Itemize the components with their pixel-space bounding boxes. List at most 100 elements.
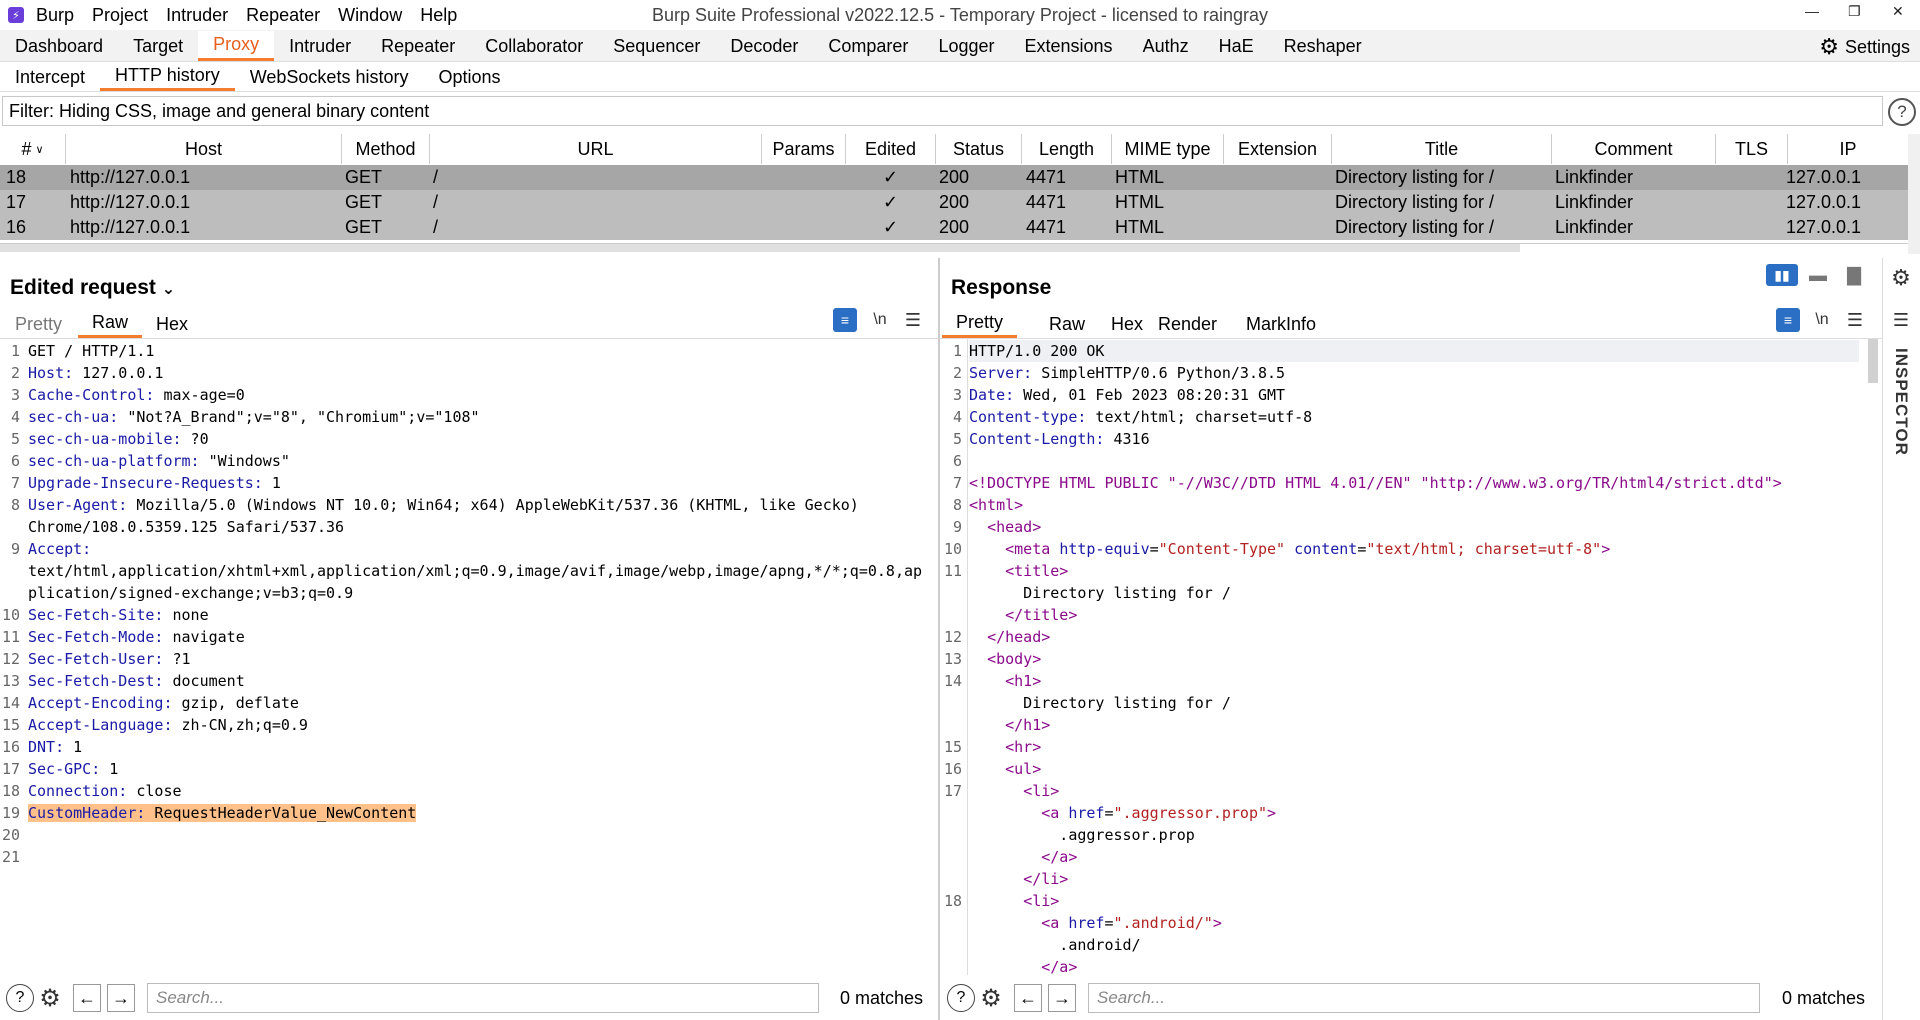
tab-proxy[interactable]: Proxy [198, 31, 275, 61]
layout-stacked-icon[interactable]: ▬ [1802, 264, 1834, 286]
menu-icon[interactable]: ☰ [1843, 308, 1867, 332]
request-tab-hex[interactable]: Hex [142, 310, 202, 338]
response-matches-count: 0 matches [1782, 988, 1866, 1008]
col-header-edited[interactable]: Edited [846, 134, 936, 164]
col-header-url[interactable]: URL [430, 134, 762, 164]
menu-window[interactable]: Window [338, 5, 402, 26]
newline-toggle-icon[interactable]: \n [1810, 308, 1834, 332]
tab-authz[interactable]: Authz [1128, 31, 1204, 61]
gear-icon[interactable]: ⚙ [1889, 265, 1913, 290]
help-icon[interactable]: ? [1888, 98, 1916, 126]
subtab-intercept[interactable]: Intercept [0, 63, 100, 91]
gear-icon[interactable]: ⚙ [979, 985, 1003, 1012]
http-history-table: # ∨ Host Method URL Params Edited Status … [0, 134, 1908, 244]
tab-dashboard[interactable]: Dashboard [0, 31, 118, 61]
col-header-extension[interactable]: Extension [1224, 134, 1332, 164]
inspector-label[interactable]: INSPECTOR [1891, 348, 1911, 456]
layout-single-icon[interactable]: ▇ [1838, 264, 1870, 286]
table-horizontal-scrollbar[interactable] [0, 244, 1520, 252]
menu-help[interactable]: Help [420, 5, 457, 26]
response-line: </head> [987, 628, 1051, 646]
response-line: Directory listing for / [969, 584, 1231, 602]
subtab-websockets-history[interactable]: WebSockets history [235, 63, 424, 91]
response-tab-render[interactable]: Render [1144, 310, 1231, 338]
response-line: Content-Length: 4316 [969, 430, 1150, 448]
back-arrow-icon[interactable]: ← [73, 984, 101, 1012]
response-tab-raw[interactable]: Raw [1035, 310, 1099, 338]
request-pane-title[interactable]: Edited request ⌄ [10, 276, 175, 300]
col-header-host[interactable]: Host [66, 134, 342, 164]
help-icon[interactable]: ? [947, 984, 975, 1012]
response-tab-pretty[interactable]: Pretty [942, 310, 1018, 338]
menu-repeater[interactable]: Repeater [246, 5, 320, 26]
table-row[interactable]: 17 http://127.0.0.1 GET / ✓ 200 4471 HTM… [0, 190, 1908, 215]
cell-status: 200 [939, 192, 970, 212]
col-header-status[interactable]: Status [936, 134, 1022, 164]
forward-arrow-icon[interactable]: → [107, 984, 135, 1012]
col-header-method[interactable]: Method [342, 134, 430, 164]
forward-arrow-icon[interactable]: → [1048, 984, 1076, 1012]
col-header-tls[interactable]: TLS [1716, 134, 1788, 164]
tab-logger[interactable]: Logger [923, 31, 1009, 61]
filter-bar[interactable]: Filter: Hiding CSS, image and general bi… [2, 96, 1883, 126]
response-tab-markinfo[interactable]: MarkInfo [1232, 310, 1330, 338]
request-editor[interactable]: 1 GET / HTTP/1.1 2 Host: 127.0.0.1 3 Cache-Co… [0, 339, 938, 975]
col-header-ip[interactable]: IP [1788, 134, 1908, 164]
col-header-mime-type[interactable]: MIME type [1112, 134, 1224, 164]
settings-button[interactable]: ⚙ Settings [1819, 34, 1910, 60]
table-vertical-scrollbar[interactable] [1908, 134, 1920, 254]
col-header-params[interactable]: Params [762, 134, 846, 164]
response-editor[interactable]: 1 HTTP/1.0 200 OK 2 Server: SimpleHTTP/0.6 … [942, 339, 1867, 975]
cell-host: http://127.0.0.1 [70, 167, 191, 187]
line-number: 15 [943, 738, 962, 756]
close-icon[interactable]: ✕ [1892, 3, 1904, 20]
back-arrow-icon[interactable]: ← [1014, 984, 1042, 1012]
menu-burp[interactable]: Burp [36, 5, 74, 26]
tab-intruder[interactable]: Intruder [274, 31, 366, 61]
restore-icon[interactable]: ❐ [1848, 3, 1861, 20]
col-header-length[interactable]: Length [1022, 134, 1112, 164]
gear-icon[interactable]: ⚙ [38, 985, 62, 1012]
header-value: Mozilla/5.0 (Windows NT 10.0; Win64; x64… [127, 496, 859, 514]
list-icon[interactable]: ☰ [1889, 308, 1913, 332]
tab-collaborator[interactable]: Collaborator [470, 31, 598, 61]
tab-reshaper[interactable]: Reshaper [1269, 31, 1377, 61]
layout-side-by-side-icon[interactable]: ▮▮ [1766, 264, 1798, 286]
tab-extensions[interactable]: Extensions [1010, 31, 1128, 61]
request-line: DNT: 1 [28, 736, 82, 758]
tab-repeater[interactable]: Repeater [366, 31, 470, 61]
response-scrollbar[interactable] [1868, 339, 1878, 383]
menu-intruder[interactable]: Intruder [166, 5, 228, 26]
response-line: <!DOCTYPE HTML PUBLIC "-//W3C//DTD HTML … [969, 474, 1782, 492]
subtab-options[interactable]: Options [423, 63, 515, 91]
minimize-icon[interactable]: — [1805, 3, 1819, 19]
header-name: Sec-Fetch-Dest: [28, 672, 164, 690]
col-header-number[interactable]: # ∨ [0, 134, 66, 164]
tab-comparer[interactable]: Comparer [813, 31, 923, 61]
cell-ip: 127.0.0.1 [1786, 217, 1862, 237]
tab-hae[interactable]: HaE [1204, 31, 1269, 61]
table-row[interactable]: 16 http://127.0.0.1 GET / ✓ 200 4471 HTM… [0, 215, 1908, 240]
menu-project[interactable]: Project [92, 5, 148, 26]
tab-sequencer[interactable]: Sequencer [598, 31, 715, 61]
line-number: 18 [1, 782, 20, 800]
response-search-input[interactable]: Search... [1088, 983, 1760, 1013]
col-header-comment[interactable]: Comment [1552, 134, 1716, 164]
line-number: 15 [1, 716, 20, 734]
tab-decoder[interactable]: Decoder [715, 31, 813, 61]
pane-splitter[interactable] [938, 258, 940, 1020]
word-wrap-icon[interactable]: ≡ [833, 308, 857, 332]
request-tab-raw[interactable]: Raw [78, 310, 143, 338]
word-wrap-icon[interactable]: ≡ [1776, 308, 1800, 332]
help-icon[interactable]: ? [6, 984, 34, 1012]
line-number: 3 [952, 386, 962, 404]
table-row[interactable]: 18 http://127.0.0.1 GET / ✓ 200 4471 HTM… [0, 165, 1908, 190]
menu-icon[interactable]: ☰ [901, 308, 925, 332]
cell-edited: ✓ [883, 217, 899, 237]
col-header-title[interactable]: Title [1332, 134, 1552, 164]
subtab-http-history[interactable]: HTTP history [100, 63, 235, 91]
tab-target[interactable]: Target [118, 31, 198, 61]
request-search-input[interactable]: Search... [147, 983, 819, 1013]
newline-toggle-icon[interactable]: \n [868, 308, 892, 332]
request-tab-pretty[interactable]: Pretty [1, 310, 76, 338]
